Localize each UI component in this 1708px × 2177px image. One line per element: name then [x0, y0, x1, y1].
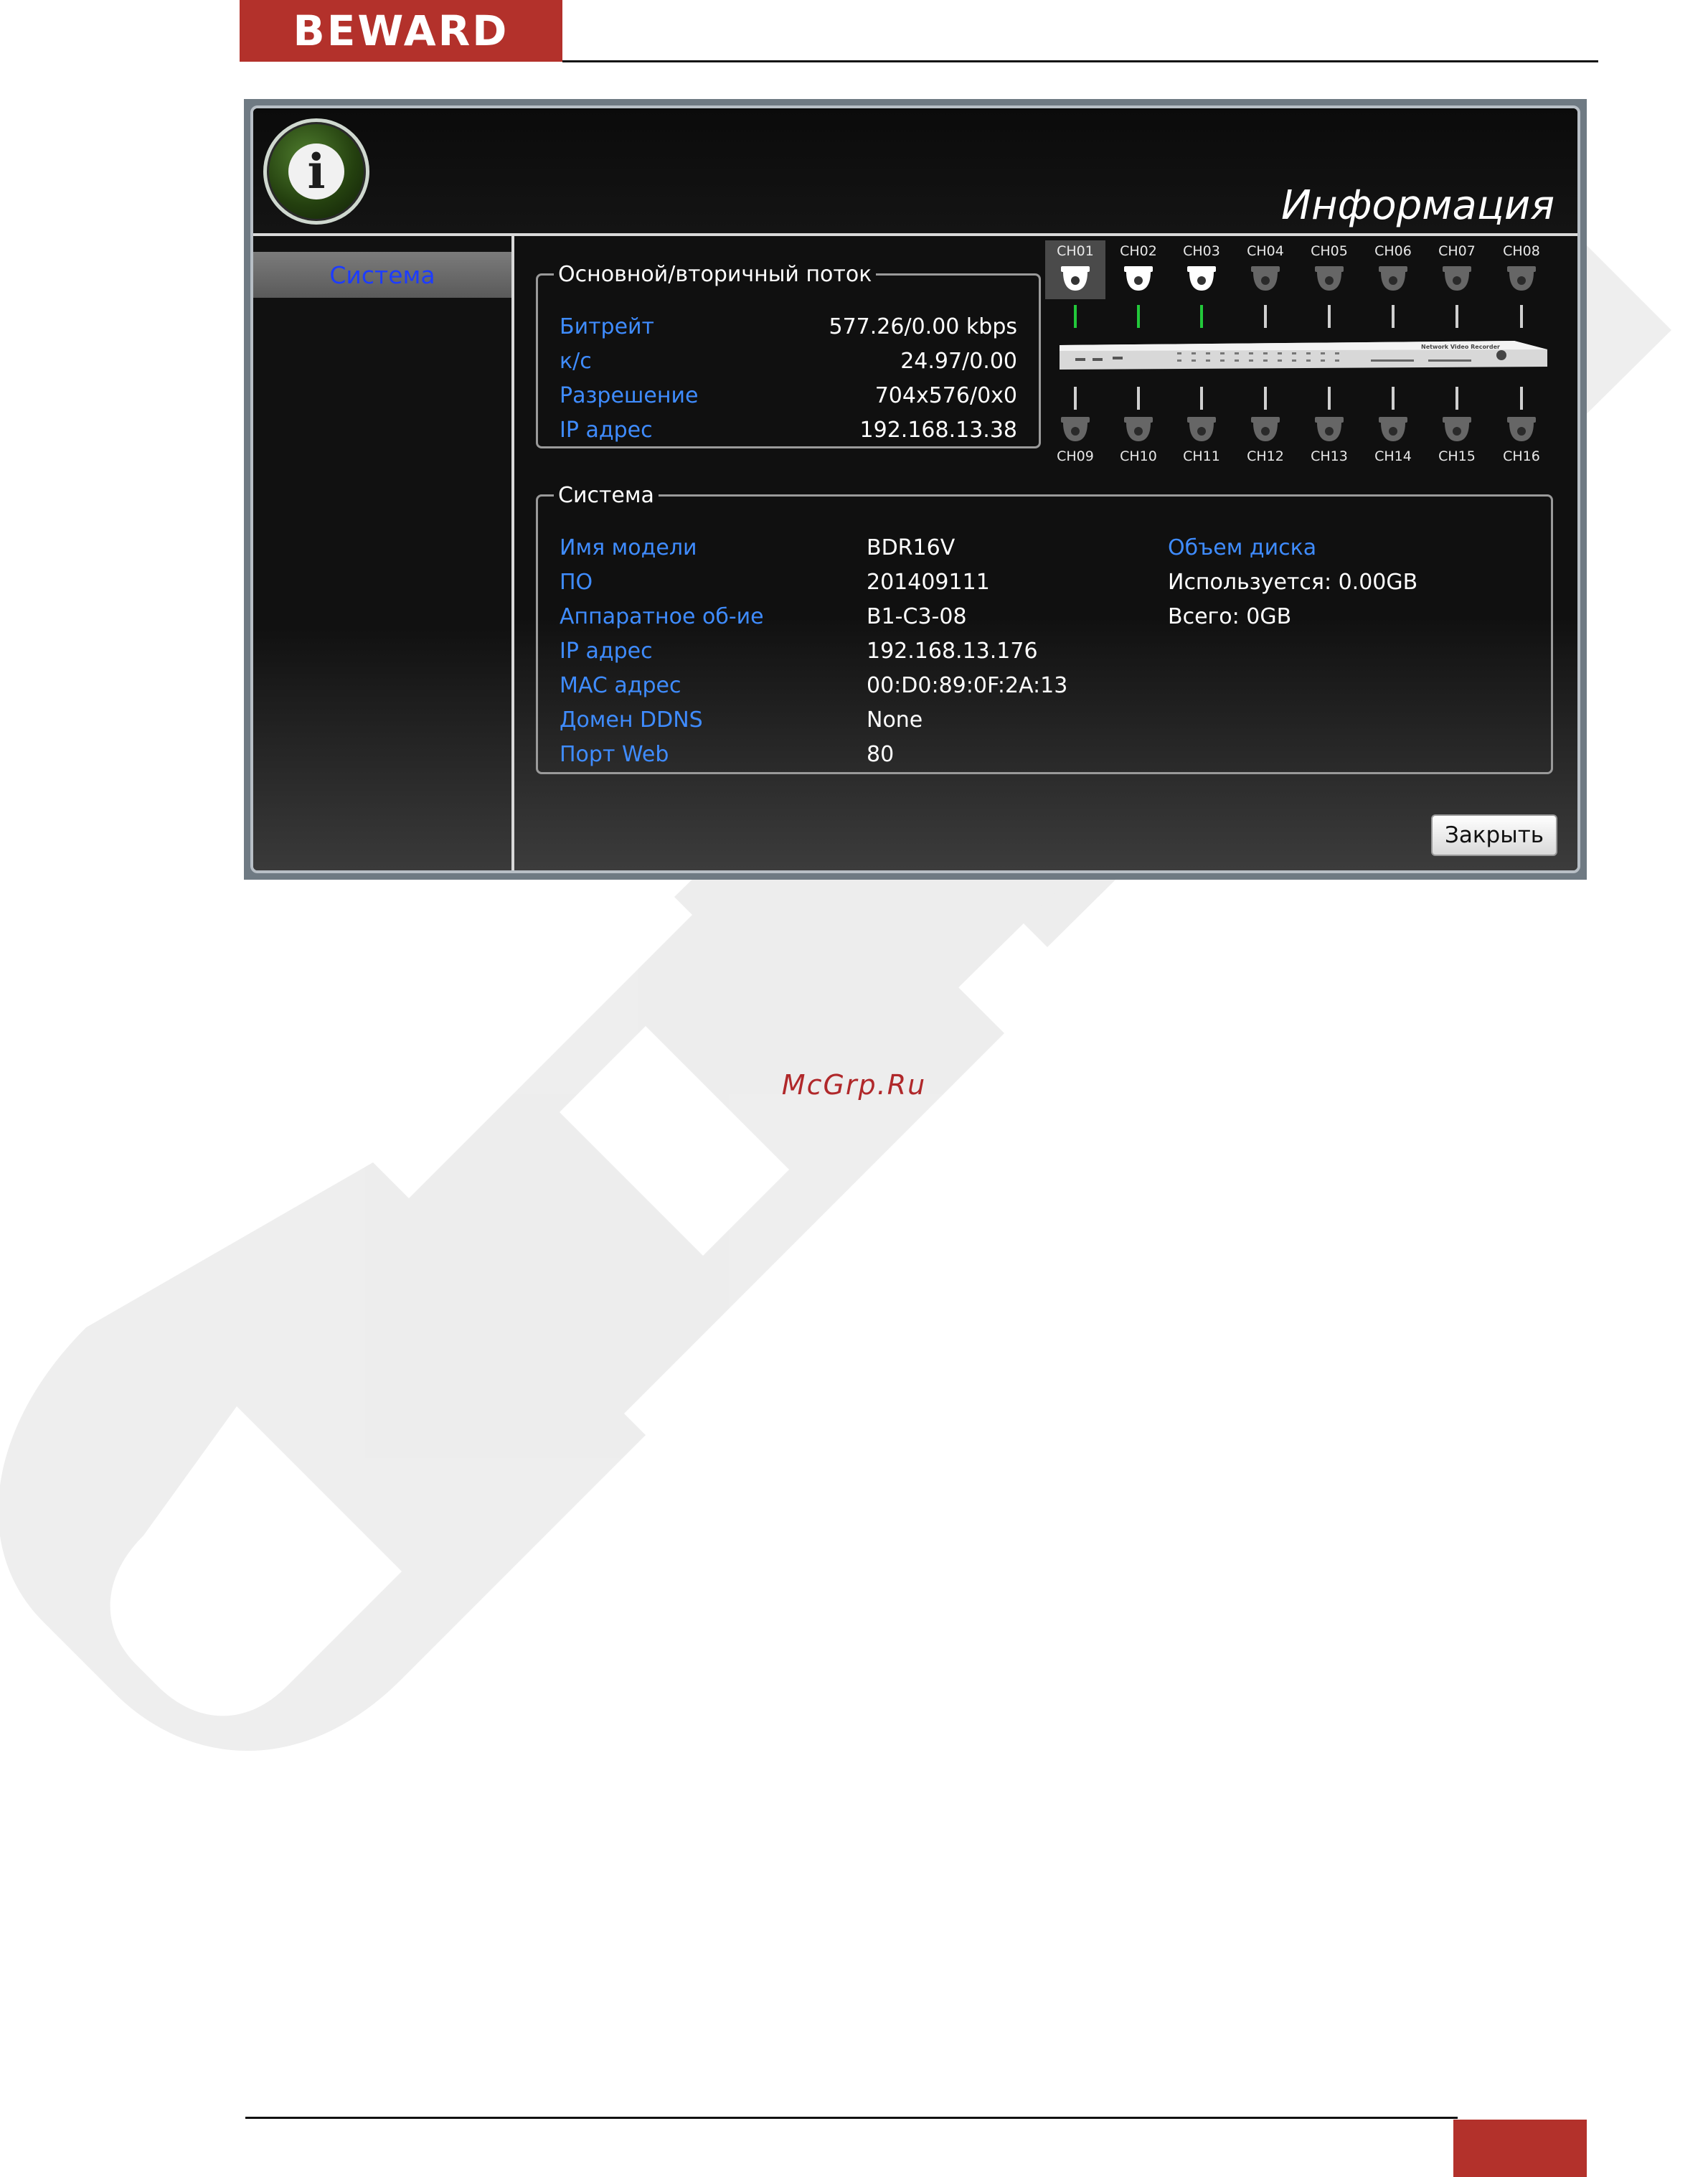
channel-label-ch01[interactable]: CH01	[1047, 243, 1104, 259]
camera-icon[interactable]	[1249, 265, 1282, 293]
sidebar-item-label: Система	[329, 260, 435, 289]
system-ip-label: IP адрес	[560, 639, 653, 664]
model-name-label: Имя модели	[560, 535, 697, 560]
channel-label-ch04[interactable]: CH04	[1237, 243, 1294, 259]
nvr-device-icon: Network Video Recorder	[1060, 341, 1547, 370]
channel-link	[1520, 305, 1523, 328]
resolution-label: Разрешение	[560, 383, 699, 408]
channel-link	[1392, 387, 1395, 410]
stream-group-legend: Основной/вторичный поток	[558, 262, 872, 287]
disk-total-value: Всего: 0GB	[1168, 604, 1292, 629]
stream-ip-value: 192.168.13.38	[859, 418, 1017, 443]
nvr-channel-diagram: CH01 CH02 CH03 CH04 CH05 CH06 CH07 CH08	[1045, 236, 1554, 473]
channel-link-active	[1074, 305, 1077, 328]
channel-label-ch14[interactable]: CH14	[1364, 448, 1422, 464]
system-ip-value: 192.168.13.176	[867, 639, 1038, 664]
channel-link-active	[1137, 305, 1140, 328]
stream-ip-label: IP адрес	[560, 418, 653, 443]
camera-icon[interactable]	[1377, 415, 1410, 444]
info-window: i Информация Система Основной/вторичный …	[244, 99, 1587, 880]
channel-link-active	[1200, 305, 1203, 328]
channel-label-ch09[interactable]: CH09	[1047, 448, 1104, 464]
channel-label-ch12[interactable]: CH12	[1237, 448, 1294, 464]
camera-icon[interactable]	[1313, 415, 1346, 444]
stream-group: Основной/вторичный поток Битрейт 577.26/…	[536, 262, 1041, 448]
main-panel: Основной/вторичный поток Битрейт 577.26/…	[514, 236, 1577, 870]
web-port-value: 80	[867, 742, 895, 767]
sidebar: Система	[253, 236, 514, 870]
info-window-body: i Информация Система Основной/вторичный …	[250, 105, 1580, 873]
channel-label-ch07[interactable]: CH07	[1428, 243, 1486, 259]
hardware-label: Аппаратное об-ие	[560, 604, 764, 629]
channel-label-ch15[interactable]: CH15	[1428, 448, 1486, 464]
camera-icon[interactable]	[1122, 415, 1155, 444]
camera-icon[interactable]	[1313, 265, 1346, 293]
window-title: Информация	[1281, 182, 1554, 229]
header-divider	[562, 60, 1598, 62]
info-icon: i	[263, 118, 369, 225]
brand-logo: BEWARD	[240, 0, 562, 62]
channel-label-ch06[interactable]: CH06	[1364, 243, 1422, 259]
nvr-label: Network Video Recorder	[1421, 344, 1500, 350]
camera-icon[interactable]	[1505, 415, 1538, 444]
channel-label-ch08[interactable]: CH08	[1493, 243, 1550, 259]
bitrate-value: 577.26/0.00 kbps	[829, 314, 1018, 339]
channel-label-ch11[interactable]: CH11	[1173, 448, 1230, 464]
channel-label-ch03[interactable]: CH03	[1173, 243, 1230, 259]
title-bar: i Информация	[253, 108, 1577, 236]
resolution-value: 704x576/0x0	[874, 383, 1017, 408]
channel-link	[1392, 305, 1395, 328]
firmware-label: ПО	[560, 570, 593, 595]
camera-icon[interactable]	[1059, 415, 1092, 444]
channel-label-ch05[interactable]: CH05	[1301, 243, 1358, 259]
channel-link	[1455, 387, 1458, 410]
system-group: Система Имя модели BDR16V ПО 201409111 А…	[536, 483, 1553, 774]
site-link[interactable]: McGrp.Ru	[0, 1069, 1708, 1101]
channel-link	[1328, 387, 1331, 410]
info-glyph: i	[288, 144, 344, 199]
disk-label: Объем диска	[1168, 535, 1317, 560]
channel-label-ch16[interactable]: CH16	[1493, 448, 1550, 464]
web-port-label: Порт Web	[560, 742, 669, 767]
channel-link	[1264, 305, 1267, 328]
camera-icon[interactable]	[1377, 265, 1410, 293]
sidebar-item-system[interactable]: Система	[253, 252, 511, 298]
camera-icon[interactable]	[1185, 265, 1218, 293]
camera-icon[interactable]	[1122, 265, 1155, 293]
close-button[interactable]: Закрыть	[1431, 814, 1557, 856]
camera-icon[interactable]	[1249, 415, 1282, 444]
camera-icon[interactable]	[1185, 415, 1218, 444]
hardware-value: B1-C3-08	[867, 604, 967, 629]
channel-link	[1455, 305, 1458, 328]
bitrate-label: Битрейт	[560, 314, 655, 339]
mac-label: MAC адрес	[560, 673, 681, 698]
system-group-legend: Система	[558, 483, 654, 508]
channel-link	[1520, 387, 1523, 410]
ddns-value: None	[867, 707, 923, 733]
footer-divider	[245, 2117, 1458, 2119]
disk-used-value: Используется: 0.00GB	[1168, 570, 1418, 595]
camera-icon[interactable]	[1440, 415, 1473, 444]
channel-link	[1200, 387, 1203, 410]
channel-label-ch13[interactable]: CH13	[1301, 448, 1358, 464]
model-name-value: BDR16V	[867, 535, 956, 560]
camera-icon[interactable]	[1059, 265, 1092, 293]
channel-label-ch10[interactable]: CH10	[1110, 448, 1167, 464]
camera-icon[interactable]	[1505, 265, 1538, 293]
channel-link	[1137, 387, 1140, 410]
fps-value: 24.97/0.00	[900, 349, 1017, 374]
firmware-value: 201409111	[867, 570, 990, 595]
channel-link	[1328, 305, 1331, 328]
fps-label: к/с	[560, 349, 592, 374]
footer-page-block	[1453, 2120, 1587, 2177]
ddns-label: Домен DDNS	[560, 707, 703, 733]
channel-link	[1074, 387, 1077, 410]
channel-link	[1264, 387, 1267, 410]
camera-icon[interactable]	[1440, 265, 1473, 293]
channel-label-ch02[interactable]: CH02	[1110, 243, 1167, 259]
mac-value: 00:D0:89:0F:2A:13	[867, 673, 1068, 698]
